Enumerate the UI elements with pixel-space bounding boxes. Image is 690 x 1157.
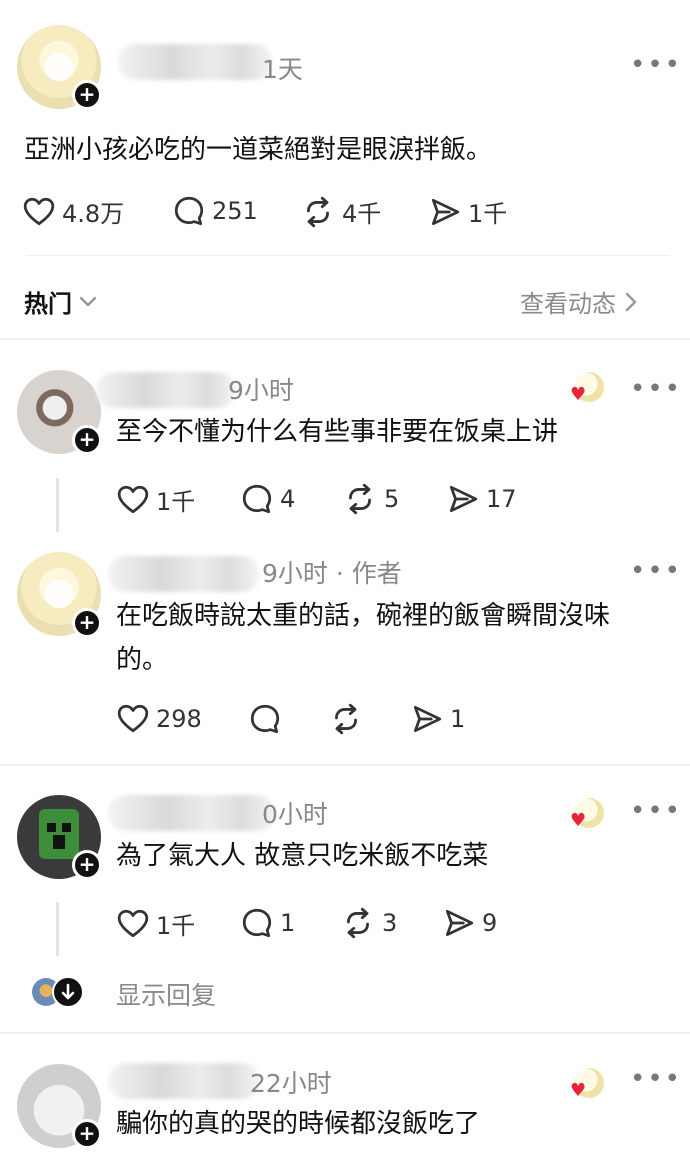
reply-time: 0小时 bbox=[262, 800, 328, 829]
creeper-face bbox=[39, 809, 79, 859]
comment-count: 1 bbox=[280, 909, 296, 937]
thread-line bbox=[56, 902, 59, 956]
repost-icon bbox=[342, 482, 378, 516]
show-replies-link[interactable]: 显示回复 bbox=[116, 976, 216, 1012]
comment-button[interactable] bbox=[248, 702, 288, 736]
reply-text: 為了氣大人 故意只吃米飯不吃菜 bbox=[116, 841, 489, 871]
reply-author-name-redacted[interactable] bbox=[108, 556, 260, 592]
share-count: 1千 bbox=[468, 200, 508, 228]
thread-line bbox=[56, 478, 59, 532]
comment-button[interactable]: 1 bbox=[240, 906, 295, 940]
like-button[interactable]: 4.8万 bbox=[22, 194, 124, 229]
like-count: 298 bbox=[156, 705, 202, 733]
reply-time: 9小时 bbox=[228, 376, 294, 405]
heart-icon bbox=[116, 907, 150, 941]
comment-button[interactable]: 4 bbox=[240, 482, 295, 516]
repost-button[interactable]: 4千 bbox=[300, 194, 381, 229]
repost-icon bbox=[300, 195, 336, 229]
heart-icon bbox=[116, 483, 150, 517]
reply-text: 至今不懂为什么有些事非要在饭桌上讲 bbox=[116, 417, 559, 447]
arrow-down-icon bbox=[52, 976, 84, 1008]
reply-author-name-redacted[interactable] bbox=[108, 795, 276, 831]
share-count: 17 bbox=[486, 485, 517, 513]
share-button[interactable]: 1 bbox=[410, 702, 465, 736]
heart-icon bbox=[116, 702, 150, 736]
author-liked-avatar: ♥ bbox=[570, 1068, 604, 1100]
share-icon bbox=[446, 482, 480, 516]
follow-plus-icon[interactable]: + bbox=[72, 850, 102, 880]
repost-icon bbox=[328, 702, 364, 736]
share-count: 1 bbox=[450, 705, 466, 733]
repost-count: 5 bbox=[384, 485, 400, 513]
reply-preview-avatars[interactable] bbox=[32, 976, 88, 1008]
heart-icon bbox=[22, 195, 56, 229]
heart-icon: ♥ bbox=[570, 810, 587, 831]
share-icon bbox=[428, 195, 462, 229]
reply-time: 22小时 bbox=[250, 1069, 332, 1098]
share-button[interactable]: 1千 bbox=[428, 194, 507, 229]
divider bbox=[0, 1032, 690, 1034]
comment-icon bbox=[240, 906, 274, 940]
share-count: 9 bbox=[482, 909, 498, 937]
share-icon bbox=[442, 906, 476, 940]
reply-text-line1: 在吃飯時說太重的話，碗裡的飯會瞬間沒味 bbox=[116, 601, 611, 631]
reply-author-name-redacted[interactable] bbox=[96, 372, 236, 408]
share-icon bbox=[410, 702, 444, 736]
comment-count: 4 bbox=[280, 485, 296, 513]
creeper-eye bbox=[47, 823, 56, 832]
follow-plus-icon[interactable]: + bbox=[72, 425, 102, 455]
comment-icon bbox=[172, 194, 206, 228]
divider bbox=[0, 764, 690, 766]
reply-author-name-redacted[interactable] bbox=[108, 1063, 260, 1099]
sort-dropdown[interactable]: 热门 bbox=[24, 284, 98, 319]
follow-plus-icon[interactable]: + bbox=[72, 80, 102, 110]
creeper-eye bbox=[62, 823, 71, 832]
heart-icon: ♥ bbox=[570, 384, 587, 405]
post-more-icon[interactable]: ••• bbox=[630, 50, 682, 80]
reply-more-icon[interactable]: ••• bbox=[630, 374, 682, 404]
divider bbox=[0, 338, 690, 340]
repost-button[interactable]: 3 bbox=[340, 906, 397, 940]
divider bbox=[26, 255, 670, 256]
comment-icon bbox=[248, 702, 282, 736]
comment-icon bbox=[240, 482, 274, 516]
reply-text: 騙你的真的哭的時候都沒飯吃了 bbox=[116, 1109, 481, 1139]
reply-more-icon[interactable]: ••• bbox=[630, 556, 682, 586]
view-activity-label: 查看动态 bbox=[520, 290, 616, 318]
repost-button[interactable]: 5 bbox=[342, 482, 399, 516]
reply-text-line2: 的。 bbox=[116, 645, 169, 675]
chevron-right-icon bbox=[625, 292, 637, 311]
repost-count: 4千 bbox=[342, 200, 382, 228]
like-button[interactable]: 1千 bbox=[116, 906, 195, 941]
comment-button[interactable]: 251 bbox=[172, 194, 258, 228]
like-count: 1千 bbox=[156, 912, 196, 940]
comment-count: 251 bbox=[212, 197, 258, 225]
share-button[interactable]: 17 bbox=[446, 482, 517, 516]
sort-label: 热门 bbox=[24, 290, 72, 318]
like-count: 1千 bbox=[156, 488, 196, 516]
like-button[interactable]: 1千 bbox=[116, 482, 195, 517]
repost-icon bbox=[340, 906, 376, 940]
heart-icon: ♥ bbox=[570, 1080, 587, 1101]
creeper-mouth bbox=[53, 835, 65, 849]
reply-more-icon[interactable]: ••• bbox=[630, 796, 682, 826]
reply-time: 9小时 · 作者 bbox=[262, 559, 402, 588]
author-liked-avatar: ♥ bbox=[570, 372, 604, 404]
repost-count: 3 bbox=[382, 909, 398, 937]
post-time: 1天 bbox=[262, 55, 303, 84]
follow-plus-icon[interactable]: + bbox=[72, 1119, 102, 1149]
post-text: 亞洲小孩必吃的一道菜絕對是眼淚拌飯。 bbox=[24, 135, 493, 165]
author-liked-avatar: ♥ bbox=[570, 798, 604, 830]
like-button[interactable]: 298 bbox=[116, 702, 202, 736]
like-count: 4.8万 bbox=[62, 200, 125, 228]
chevron-down-icon bbox=[79, 296, 97, 306]
follow-plus-icon[interactable]: + bbox=[72, 608, 102, 638]
share-button[interactable]: 9 bbox=[442, 906, 497, 940]
post-author-name-redacted[interactable] bbox=[118, 44, 273, 80]
repost-button[interactable] bbox=[328, 702, 370, 736]
reply-more-icon[interactable]: ••• bbox=[630, 1064, 682, 1094]
view-activity-link[interactable]: 查看动态 bbox=[520, 284, 638, 319]
